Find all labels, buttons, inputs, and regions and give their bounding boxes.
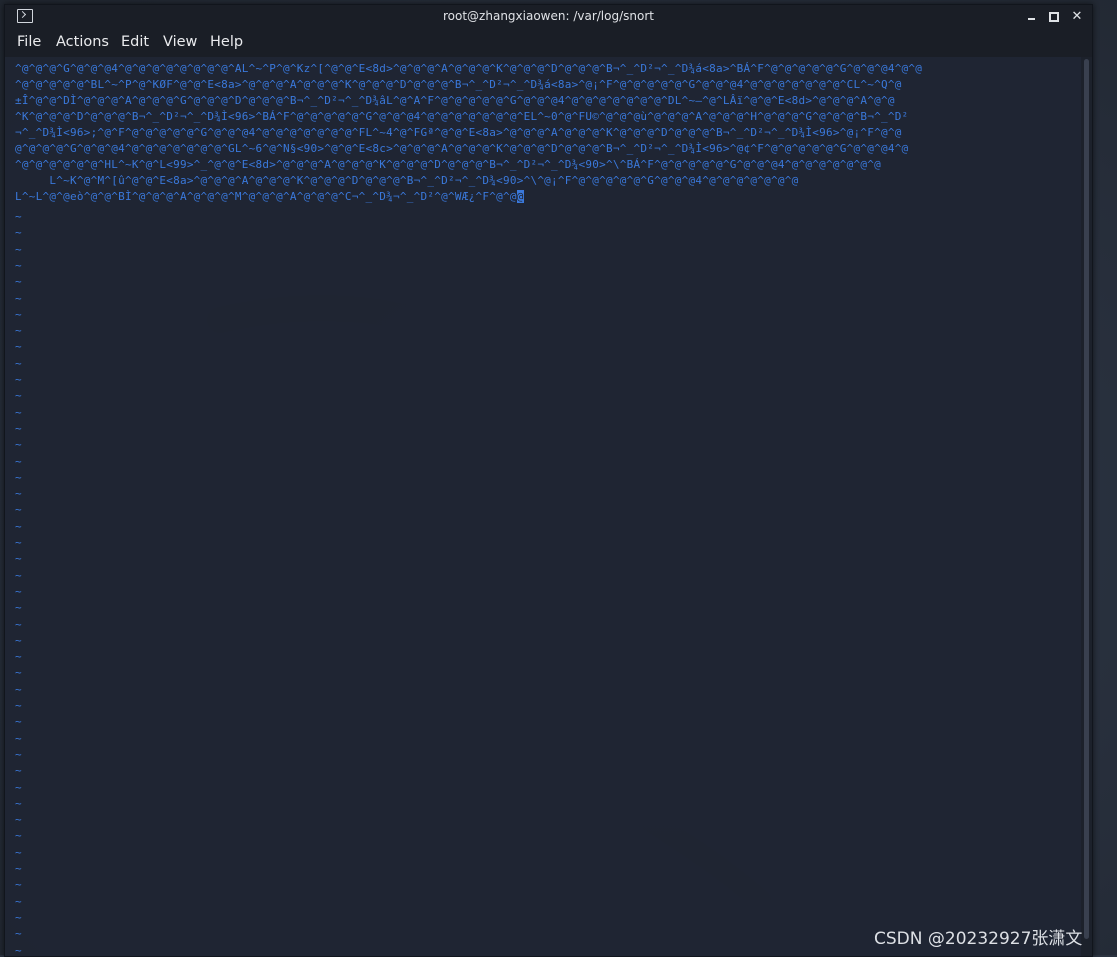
tilde-line: ~ <box>15 324 22 338</box>
tilde-line: ~ <box>15 421 22 435</box>
menu-actions[interactable]: Actions <box>56 34 109 50</box>
tilde-line: ~ <box>15 291 22 305</box>
tilde-line: ~ <box>15 862 22 875</box>
tilde-line: ~ <box>15 487 22 501</box>
title-bar[interactable]: root@zhangxiaowen: /var/log/snort ✕ <box>5 5 1092 29</box>
tilde-line: ~ <box>15 275 22 289</box>
tilde-line: ~ <box>15 617 22 631</box>
tilde-line: ~ <box>15 552 22 566</box>
terminal-line: @^@^@^@^G^@^@^@4^@^@^@^@^@^@^@^GL^~6^@^N… <box>15 142 909 155</box>
maximize-icon <box>1049 11 1059 22</box>
tilde-line: ~ <box>15 927 22 941</box>
tilde-line: ~ <box>15 258 22 272</box>
tilde-line: ~ <box>15 764 22 778</box>
tilde-line: ~ <box>15 601 22 615</box>
tilde-line: ~ <box>15 845 22 859</box>
tilde-line: ~ <box>15 373 22 386</box>
tilde-line: ~ <box>15 454 22 468</box>
minimize-icon <box>1027 17 1035 20</box>
tilde-line: ~ <box>15 210 22 223</box>
terminal-line: L^~K^@^M^[û^@^@^E<8a>^@^@^@^A^@^@^@^K^@^… <box>15 174 799 187</box>
menu-edit[interactable]: Edit <box>121 34 149 50</box>
terminal-content[interactable]: ^@^@^@^G^@^@^@4^@^@^@^@^@^@^@^@^AL^~^P^@… <box>5 57 1081 956</box>
tilde-line: ~ <box>15 503 22 517</box>
window-title: root@zhangxiaowen: /var/log/snort <box>443 9 654 23</box>
maximize-button[interactable] <box>1044 7 1064 27</box>
minimize-button[interactable] <box>1021 7 1041 27</box>
tilde-line: ~ <box>15 747 22 761</box>
tilde-line: ~ <box>15 568 22 582</box>
tilde-line: ~ <box>15 682 22 696</box>
tilde-line: ~ <box>15 389 22 403</box>
menu-view[interactable]: View <box>163 34 197 50</box>
terminal-window[interactable]: root@zhangxiaowen: /var/log/snort ✕ File… <box>4 4 1093 957</box>
tilde-line: ~ <box>15 536 22 549</box>
terminal-line: ^K^@^@^@^D^@^@^@^B¬^_^D²¬^_^D¾Ì<96>^BÁ^F… <box>15 110 909 123</box>
terminal-line-text: L^~L^@^@eò^@^@^BÌ^@^@^@^A^@^@^@^M^@^@^@^… <box>15 190 517 203</box>
terminal-line: ^@^@^@^@^@^@^HL^~K^@^L<99>^_^@^@^E<8d>^@… <box>15 158 881 171</box>
close-icon: ✕ <box>1071 9 1083 24</box>
terminal-line: ^@^@^@^@^@^BL^~^P^@^KØF^@^@^E<8a>^@^@^@^… <box>15 78 902 91</box>
tilde-line: ~ <box>15 796 22 810</box>
tilde-line: ~ <box>15 438 22 452</box>
menu-help[interactable]: Help <box>210 34 243 50</box>
tilde-line: ~ <box>15 519 22 533</box>
close-button[interactable]: ✕ <box>1067 7 1087 27</box>
terminal-line-last: L^~L^@^@eò^@^@^BÌ^@^@^@^A^@^@^@^M^@^@^@^… <box>15 189 524 205</box>
menu-file[interactable]: File <box>17 34 41 50</box>
tilde-line: ~ <box>15 470 22 484</box>
scrollbar[interactable] <box>1081 57 1092 956</box>
tilde-line: ~ <box>15 356 22 370</box>
tilde-line: ~ <box>15 242 22 256</box>
tilde-line: ~ <box>15 910 22 924</box>
menu-bar: File Actions Edit View Help <box>5 29 1092 57</box>
tilde-line: ~ <box>15 405 22 419</box>
terminal-line: ^@^@^@^G^@^@^@4^@^@^@^@^@^@^@^@^AL^~^P^@… <box>15 62 923 75</box>
tilde-line: ~ <box>15 780 22 794</box>
tilde-line: ~ <box>15 878 22 892</box>
tilde-line: ~ <box>15 633 22 647</box>
tilde-line: ~ <box>15 666 22 680</box>
tilde-line: ~ <box>15 584 22 598</box>
tilde-line: ~ <box>15 340 22 354</box>
tilde-line: ~ <box>15 894 22 908</box>
text-cursor: @ <box>516 190 524 203</box>
csdn-watermark: CSDN @20232927张潇文 <box>874 929 1083 949</box>
terminal-line: ¬^_^D¾Ì<96>;^@^F^@^@^@^@^@^G^@^@^@4^@^@^… <box>15 126 902 139</box>
tilde-line: ~ <box>15 307 22 321</box>
tilde-line: ~ <box>15 226 22 240</box>
tilde-line: ~ <box>15 829 22 843</box>
terminal-line: ±Î^@^@^DÌ^@^@^@^A^@^@^@^G^@^@^@^D^@^@^@^… <box>15 94 895 107</box>
tilde-line: ~ <box>15 731 22 745</box>
tilde-line: ~ <box>15 650 22 664</box>
tilde-line: ~ <box>15 943 22 957</box>
tilde-line: ~ <box>15 715 22 729</box>
tilde-line: ~ <box>15 699 22 712</box>
tilde-line: ~ <box>15 813 22 827</box>
scrollbar-thumb[interactable] <box>1084 59 1089 939</box>
